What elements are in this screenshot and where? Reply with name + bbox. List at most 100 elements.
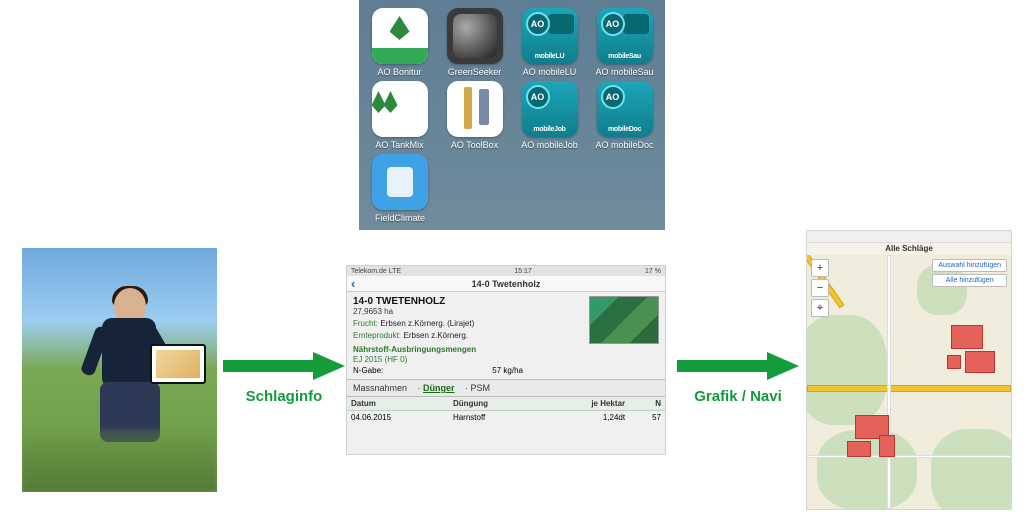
- map-parcel[interactable]: [947, 355, 961, 369]
- arrow-right-icon: [223, 350, 345, 382]
- leaves-icon: [372, 81, 428, 137]
- map-parcel[interactable]: [951, 325, 983, 349]
- tab-psm[interactable]: PSM: [471, 383, 491, 393]
- app-row-3: FieldClimate: [365, 154, 659, 223]
- add-all-button[interactable]: Alle hinzufügen: [932, 274, 1007, 287]
- app-greenseeker[interactable]: GreenSeeker: [440, 8, 509, 77]
- td-datum: 04.06.2015: [347, 411, 449, 425]
- app-label: AO mobileDoc: [595, 140, 653, 150]
- map-road-major: [807, 385, 1011, 392]
- nav-title: 14-0 Twetenholz: [472, 279, 541, 289]
- app-row-1: AO Bonitur GreenSeeker AO mobileLU AO mo…: [365, 8, 659, 77]
- app-ao-bonitur[interactable]: AO Bonitur: [365, 8, 434, 77]
- duenger-table: Datum Düngung je Hektar N 04.06.2015 Har…: [347, 397, 665, 425]
- apps-panel: AO Bonitur GreenSeeker AO mobileLU AO mo…: [359, 0, 665, 230]
- ao-app-icon: AO mobileDoc: [597, 81, 653, 137]
- th-duengung: Düngung: [449, 397, 540, 411]
- app-ao-mobilejob[interactable]: AO mobileJob AO mobileJob: [515, 81, 584, 150]
- map-zoom-controls: + − ⌖: [811, 259, 829, 317]
- table-header-row: Datum Düngung je Hektar N: [347, 397, 665, 411]
- map-forest: [931, 429, 1011, 509]
- ao-app-icon: AO mobileJob: [522, 81, 578, 137]
- kv-naehrstoff: Nährstoff-Ausbringungsmengen EJ 2015 (HF…: [353, 344, 659, 364]
- ao-sublabel: mobileSau: [601, 53, 649, 60]
- navbar: ‹ 14-0 Twetenholz: [347, 276, 665, 292]
- app-label: AO mobileLU: [523, 67, 577, 77]
- map-forest: [807, 315, 887, 425]
- carrier-label: Telekom.de LTE: [351, 268, 401, 275]
- ao-sublabel: mobileJob: [526, 126, 574, 133]
- kv-value: Erbsen z.Körnerg.: [404, 331, 468, 340]
- kv-sub: EJ 2015 (HF 0): [353, 355, 407, 364]
- back-chevron-icon[interactable]: ‹: [351, 276, 355, 292]
- app-ao-toolbox[interactable]: AO ToolBox: [440, 81, 509, 150]
- map-action-buttons: Auswahl hinzufügen Alle hinzufügen: [932, 259, 1007, 287]
- arrow-label: Schlaginfo: [246, 388, 323, 405]
- kv-key: N-Gabe:: [353, 366, 383, 375]
- kv-key: Nährstoff-Ausbringungsmengen: [353, 345, 476, 354]
- app-ao-mobiledoc[interactable]: AO mobileDoc AO mobileDoc: [590, 81, 659, 150]
- app-ao-tankmix[interactable]: AO TankMix: [365, 81, 434, 150]
- clock-label: 15:17: [514, 268, 532, 275]
- field-detail-pane: Telekom.de LTE 15:17 17 % ‹ 14-0 Twetenh…: [346, 265, 666, 455]
- app-label: AO mobileJob: [521, 140, 578, 150]
- map-parcel[interactable]: [879, 435, 895, 457]
- leaf-icon: [372, 8, 428, 64]
- statusbar: Telekom.de LTE 15:17 17 %: [347, 266, 665, 276]
- ao-app-icon: AO mobileLU: [522, 8, 578, 64]
- kv-value: 57 kg/ha: [492, 366, 523, 375]
- arrow-right-icon: [677, 350, 799, 382]
- field-worker-photo: [22, 248, 217, 492]
- th-jehektar: je Hektar: [540, 397, 629, 411]
- table-row[interactable]: 04.06.2015 Harnstoff 1,24dt 57: [347, 411, 665, 425]
- app-label: AO Bonitur: [377, 67, 421, 77]
- app-label: AO mobileSau: [595, 67, 653, 77]
- app-fieldclimate[interactable]: FieldClimate: [365, 154, 435, 223]
- tools-icon: [447, 81, 503, 137]
- weather-station-icon: [372, 154, 428, 210]
- ao-app-icon: AO mobileSau: [597, 8, 653, 64]
- add-selection-button[interactable]: Auswahl hinzufügen: [932, 259, 1007, 272]
- aerial-thumbnail[interactable]: [589, 296, 659, 344]
- tab-duenger[interactable]: Dünger: [423, 383, 455, 393]
- ao-badge-icon: AO: [601, 85, 625, 109]
- th-datum: Datum: [347, 397, 449, 411]
- arrow-grafik-navi: Grafik / Navi: [672, 350, 804, 405]
- app-label: FieldClimate: [375, 213, 425, 223]
- kv-ngabe: N-Gabe: 57 kg/ha: [353, 366, 523, 375]
- map-title: Alle Schläge: [807, 243, 1011, 254]
- kv-value: Erbsen z.Körnerg. (Lirajet): [380, 319, 474, 328]
- app-ao-mobilelu[interactable]: AO mobileLU AO mobileLU: [515, 8, 584, 77]
- tab-massnahmen[interactable]: Massnahmen: [353, 383, 407, 393]
- map-road-minor: [807, 455, 1011, 458]
- map-canvas[interactable]: + − ⌖ Auswahl hinzufügen Alle hinzufügen: [807, 255, 1011, 509]
- kv-key: Ernteprodukt:: [353, 331, 401, 340]
- th-n: N: [629, 397, 665, 411]
- map-statusbar: [807, 231, 1011, 243]
- ao-badge-icon: AO: [526, 12, 550, 36]
- detail-body: 14-0 TWETENHOLZ 27,9653 ha Frucht: Erbse…: [347, 292, 665, 379]
- ao-badge-icon: AO: [526, 85, 550, 109]
- app-label: AO TankMix: [375, 140, 423, 150]
- map-road-minor: [887, 255, 891, 509]
- ao-sublabel: mobileLU: [526, 53, 574, 60]
- battery-label: 17 %: [645, 268, 661, 275]
- sensor-icon: [447, 8, 503, 64]
- td-n: 57: [629, 411, 665, 425]
- app-row-2: AO TankMix AO ToolBox AO mobileJob AO mo…: [365, 81, 659, 150]
- map-parcel[interactable]: [965, 351, 995, 373]
- ao-sublabel: mobileDoc: [601, 126, 649, 133]
- tablet-icon: [150, 344, 206, 384]
- kv-key: Frucht:: [353, 319, 378, 328]
- arrow-label: Grafik / Navi: [694, 388, 782, 405]
- map-pane: Alle Schläge + − ⌖ Auswahl hinzufügen Al…: [806, 230, 1012, 510]
- map-parcel[interactable]: [847, 441, 871, 457]
- app-label: AO ToolBox: [451, 140, 498, 150]
- td-duengung: Harnstoff: [449, 411, 540, 425]
- app-ao-mobilesau[interactable]: AO mobileSau AO mobileSau: [590, 8, 659, 77]
- locate-button[interactable]: ⌖: [811, 299, 829, 317]
- zoom-out-button[interactable]: −: [811, 279, 829, 297]
- zoom-in-button[interactable]: +: [811, 259, 829, 277]
- ao-badge-icon: AO: [601, 12, 625, 36]
- td-jehektar: 1,24dt: [540, 411, 629, 425]
